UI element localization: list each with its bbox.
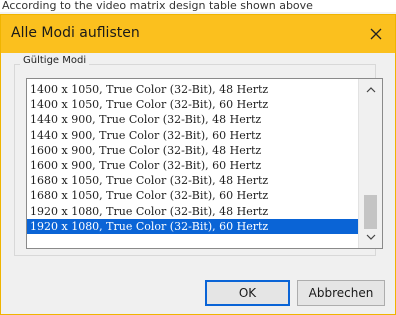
list-item[interactable]: 1680 x 1050, True Color (32-Bit), 60 Her… xyxy=(27,188,358,203)
mode-list: 1400 x 1050, True Color (32-Bit), 48 Her… xyxy=(27,82,358,234)
list-item[interactable]: 1600 x 900, True Color (32-Bit), 60 Hert… xyxy=(27,158,358,173)
list-item[interactable]: 1440 x 900, True Color (32-Bit), 60 Hert… xyxy=(27,128,358,143)
background-caption-text: According to the video matrix design tab… xyxy=(0,0,396,12)
list-item[interactable]: 1920 x 1080, True Color (32-Bit), 60 Her… xyxy=(27,218,358,234)
title-bar: Alle Modi auflisten xyxy=(1,15,395,53)
cancel-button[interactable]: Abbrechen xyxy=(297,280,385,306)
vertical-scrollbar[interactable] xyxy=(358,79,382,248)
scroll-up-button[interactable] xyxy=(359,81,382,99)
close-button[interactable] xyxy=(361,19,391,49)
close-icon xyxy=(370,28,382,40)
group-label: Gültige Modi xyxy=(20,55,90,66)
list-item[interactable]: 1400 x 1050, True Color (32-Bit), 60 Her… xyxy=(27,97,358,112)
list-item[interactable]: 1920 x 1080, True Color (32-Bit), 48 Her… xyxy=(27,204,358,219)
chevron-up-icon xyxy=(366,87,375,93)
list-item[interactable]: 1440 x 900, True Color (32-Bit), 48 Hert… xyxy=(27,112,358,127)
modes-listbox[interactable]: 1400 x 1050, True Color (32-Bit), 48 Her… xyxy=(26,78,383,249)
scroll-thumb[interactable] xyxy=(364,195,377,229)
chevron-down-icon xyxy=(366,234,375,240)
scroll-down-button[interactable] xyxy=(359,228,382,246)
list-item[interactable]: 1600 x 900, True Color (32-Bit), 48 Hert… xyxy=(27,143,358,158)
list-item[interactable]: 1400 x 1050, True Color (32-Bit), 48 Her… xyxy=(27,82,358,97)
ok-button[interactable]: OK xyxy=(205,280,290,306)
dialog-title: Alle Modi auflisten xyxy=(11,25,140,41)
list-item[interactable]: 1680 x 1050, True Color (32-Bit), 48 Her… xyxy=(27,173,358,188)
